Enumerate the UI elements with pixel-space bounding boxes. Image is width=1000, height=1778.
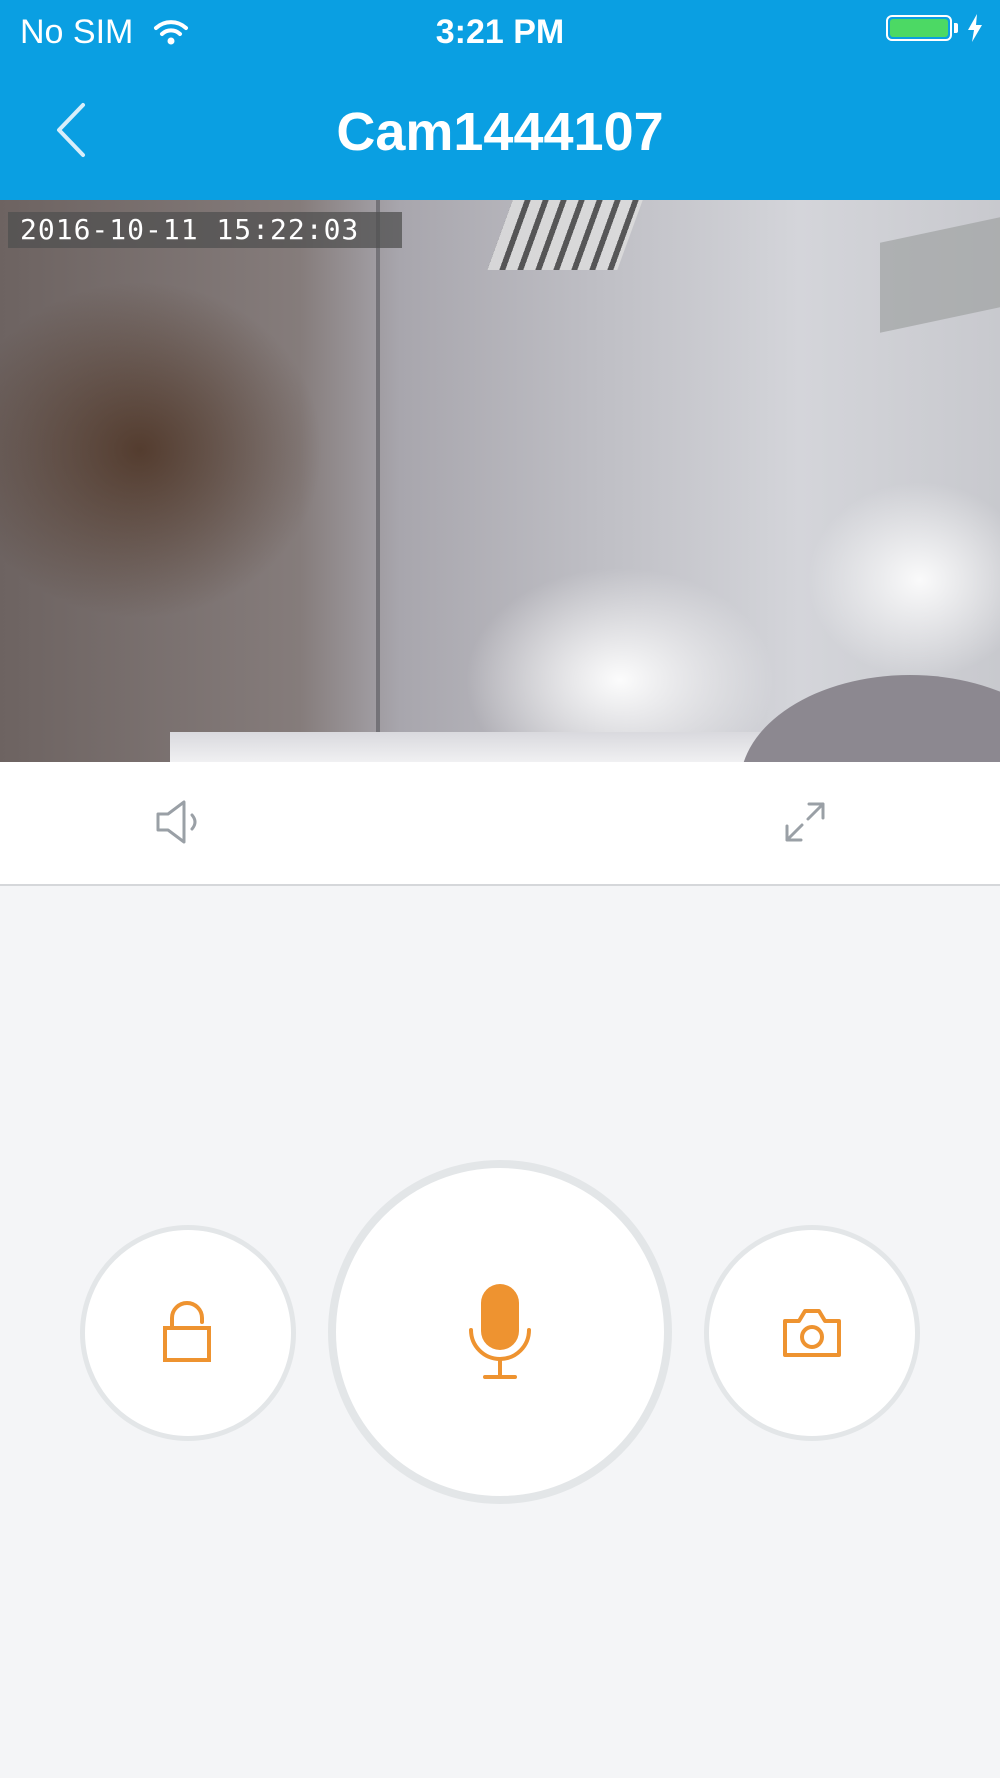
unlock-icon (163, 1301, 211, 1362)
page-title: Cam1444107 (336, 102, 664, 162)
talk-button[interactable] (328, 1160, 672, 1504)
camera-video-feed[interactable]: 2016-10-11 15:22:03 (0, 200, 1000, 762)
charging-icon (968, 14, 982, 42)
battery-icon (886, 15, 952, 41)
video-wall-corner (880, 217, 1000, 333)
video-object (740, 675, 1000, 762)
video-control-bar (0, 762, 1000, 886)
video-ceiling-light (487, 200, 643, 270)
video-timestamp: 2016-10-11 15:22:03 (8, 212, 402, 248)
microphone-icon (469, 1284, 531, 1379)
snapshot-button[interactable] (704, 1225, 920, 1441)
app-header: No SIM 3:21 PM Cam1444107 (0, 0, 1000, 200)
unlock-button[interactable] (80, 1225, 296, 1441)
fullscreen-button[interactable] (765, 782, 845, 862)
video-wall-edge (376, 200, 380, 762)
speaker-button[interactable] (142, 782, 222, 862)
camera-icon (783, 1309, 841, 1357)
status-bar-right (886, 14, 984, 42)
battery-level (890, 19, 948, 37)
status-time: 3:21 PM (435, 13, 565, 51)
fullscreen-icon (785, 802, 825, 842)
battery-tip (954, 23, 958, 33)
speaker-icon (156, 800, 197, 844)
